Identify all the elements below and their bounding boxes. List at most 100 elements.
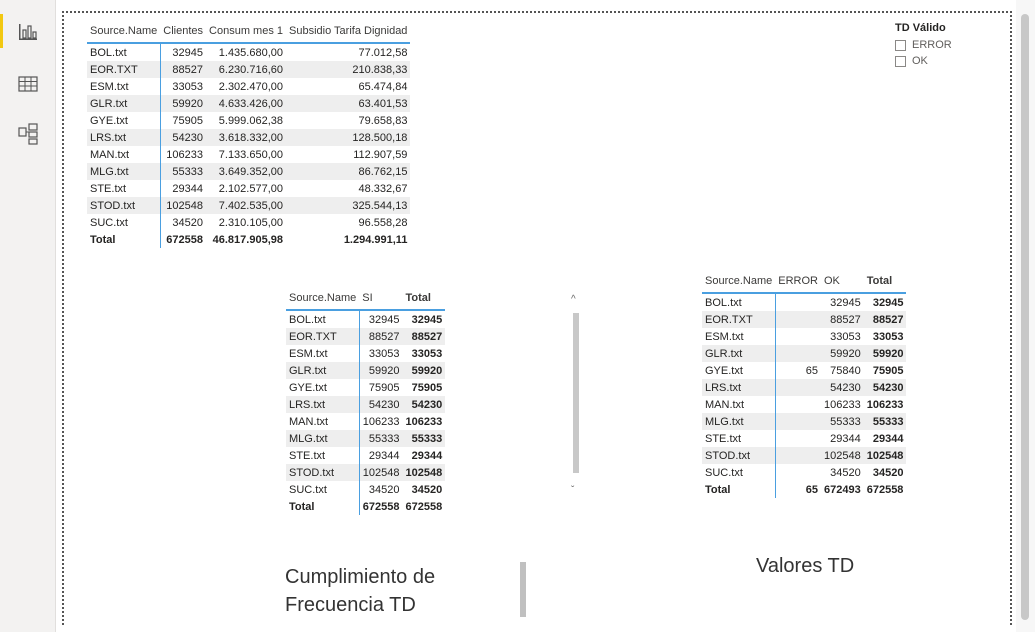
table-row[interactable]: GLR.txt 59920 4.633.426,00 63.401,53 — [87, 95, 411, 112]
slicer-option-ok[interactable]: OK — [895, 53, 952, 69]
cell-value — [775, 396, 821, 413]
table-row[interactable]: MLG.txt 55333 3.649.352,00 86.762,15 — [87, 163, 411, 180]
table-row[interactable]: ESM.txt 33053 33053 — [286, 345, 445, 362]
cell-value: 65 — [775, 481, 821, 498]
table-row[interactable]: SUC.txt 34520 34520 — [702, 464, 906, 481]
cell-value: 55333 — [821, 413, 864, 430]
table-row[interactable]: STE.txt 29344 29344 — [702, 430, 906, 447]
table-row[interactable]: LRS.txt 54230 3.618.332,00 128.500,18 — [87, 129, 411, 146]
table-row[interactable]: SUC.txt 34520 34520 — [286, 481, 445, 498]
table-row[interactable]: MLG.txt 55333 55333 — [286, 430, 446, 447]
page-scrollbar[interactable] — [1016, 0, 1035, 632]
checkbox[interactable] — [895, 55, 906, 67]
total-row[interactable]: Total 65 672493 672558 — [702, 481, 907, 498]
row-label: MLG.txt — [87, 163, 161, 180]
col-header[interactable]: Subsidio Tarifa Dignidad — [286, 20, 411, 44]
table-row[interactable]: BOL.txt 32945 1.435.680,00 77.012,58 — [87, 43, 410, 61]
table-row[interactable]: GYE.txt 75905 5.999.062,38 79.658,83 — [87, 112, 410, 129]
table-scrollbar[interactable]: ^ ˇ — [570, 289, 582, 503]
checkbox[interactable] — [895, 39, 906, 51]
cell-value: 55333 — [160, 163, 207, 180]
scroll-thumb[interactable] — [1021, 14, 1029, 620]
col-header[interactable]: Consum mes 1 — [206, 20, 286, 44]
cell-value: 672558 — [402, 498, 446, 515]
table-row[interactable]: MAN.txt 106233 106233 — [286, 413, 445, 430]
valores-td-matrix-table[interactable]: Source.Name ERROR OK Total BOL.txt 32945 3… — [702, 270, 907, 498]
cell-value: 325.544,13 — [286, 197, 411, 214]
row-label: GLR.txt — [87, 95, 161, 112]
cell-value: 210.838,33 — [286, 61, 411, 78]
table-row[interactable]: MLG.txt 55333 55333 — [702, 413, 907, 430]
row-label: EOR.TXT — [87, 61, 161, 78]
col-header[interactable]: SI — [359, 287, 403, 311]
table-grid-icon[interactable] — [16, 72, 40, 96]
table-row[interactable]: EOR.TXT 88527 6.230.716,60 210.838,33 — [87, 61, 411, 78]
cell-value: 3.618.332,00 — [206, 129, 286, 146]
table-row[interactable]: STOD.txt 102548 7.402.535,00 325.544,13 — [87, 197, 411, 214]
cell-value: 32945 — [872, 296, 904, 309]
cell-value: 102548 — [160, 197, 207, 214]
cell-value — [775, 464, 821, 481]
table-row[interactable]: ESM.txt 33053 2.302.470,00 65.474,84 — [87, 78, 410, 95]
table-row[interactable]: GLR.txt 59920 59920 — [286, 362, 446, 379]
table-row[interactable]: LRS.txt 54230 54230 — [702, 379, 907, 396]
col-header[interactable]: OK — [821, 270, 864, 294]
table-row[interactable]: GYE.txt 75905 75905 — [286, 379, 445, 396]
cell-value — [775, 379, 821, 396]
cell-value: 59920 — [402, 362, 446, 379]
col-header[interactable]: Total — [402, 287, 446, 311]
table-row[interactable]: GYE.txt 65 75840 75905 — [702, 362, 906, 379]
row-label: BOL.txt — [87, 43, 161, 61]
col-header[interactable]: Clientes — [160, 20, 207, 44]
table-row[interactable]: BOL.txt 32945 32945 — [286, 310, 445, 328]
table-row[interactable]: STOD.txt 102548 102548 — [286, 464, 446, 481]
table-row[interactable]: STOD.txt 102548 102548 — [702, 447, 907, 464]
cell-value: 55333 — [402, 430, 446, 447]
row-label: Total — [286, 498, 360, 515]
table-row[interactable]: EOR.TXT 88527 88527 — [286, 328, 446, 345]
scroll-thumb[interactable] — [573, 313, 579, 473]
col-header[interactable]: Total — [863, 270, 907, 294]
table-row[interactable]: GLR.txt 59920 59920 — [702, 345, 907, 362]
bar-chart-icon[interactable] — [16, 20, 40, 44]
frecuencia-matrix-table[interactable]: Source.Name SI Total BOL.txt 32945 32945 EO… — [286, 287, 446, 515]
cell-value: 75905 — [172, 114, 204, 127]
divider — [520, 562, 526, 617]
cell-value: 88527 — [402, 328, 446, 345]
slicer-option-error[interactable]: ERROR — [895, 37, 952, 53]
chevron-down-icon[interactable]: ˇ — [571, 486, 574, 496]
cell-value: 75905 — [368, 381, 400, 394]
total-row[interactable]: Total 672558 672558 — [286, 498, 446, 515]
cell-value: 672493 — [821, 481, 864, 498]
table-row[interactable]: STE.txt 29344 2.102.577,00 48.332,67 — [87, 180, 410, 197]
slicer-option-label: ERROR — [912, 39, 952, 51]
row-label: STE.txt — [87, 180, 161, 197]
table-row[interactable]: STE.txt 29344 29344 — [286, 447, 445, 464]
cell-value: 3.649.352,00 — [206, 163, 286, 180]
table-row[interactable]: MAN.txt 106233 106233 — [702, 396, 906, 413]
col-header[interactable]: Source.Name — [286, 287, 360, 311]
cell-value: 59920 — [821, 345, 864, 362]
total-row[interactable]: Total 672558 46.817.905,98 1.294.991,11 — [87, 231, 411, 248]
cell-value: 86.762,15 — [286, 163, 411, 180]
cell-value: 75905 — [872, 364, 904, 377]
cell-value: 7.402.535,00 — [206, 197, 286, 214]
table-row[interactable]: MAN.txt 106233 7.133.650,00 112.907,59 — [87, 146, 410, 163]
row-label: GLR.txt — [702, 345, 776, 362]
table-row[interactable]: SUC.txt 34520 2.310.105,00 96.558,28 — [87, 214, 410, 231]
col-header[interactable]: Source.Name — [702, 270, 776, 294]
cell-value: 1.294.991,11 — [286, 231, 411, 248]
table-row[interactable]: LRS.txt 54230 54230 — [286, 396, 446, 413]
chevron-up-icon[interactable]: ^ — [571, 295, 576, 305]
model-relationship-icon[interactable] — [16, 122, 40, 146]
cell-value: 1.435.680,00 — [218, 46, 283, 59]
table-row[interactable]: EOR.TXT 88527 88527 — [702, 311, 907, 328]
col-header[interactable]: Source.Name — [87, 20, 161, 44]
row-label: STE.txt — [702, 430, 776, 447]
table-row[interactable]: ESM.txt 33053 33053 — [702, 328, 906, 345]
table-row[interactable]: BOL.txt 32945 32945 — [702, 293, 906, 311]
cell-value: 106233 — [866, 398, 904, 411]
clientes-matrix-table[interactable]: Source.Name Clientes Consum mes 1 Subsid… — [87, 20, 411, 248]
col-header[interactable]: ERROR — [775, 270, 821, 294]
slicer-title: TD Válido — [895, 22, 946, 34]
